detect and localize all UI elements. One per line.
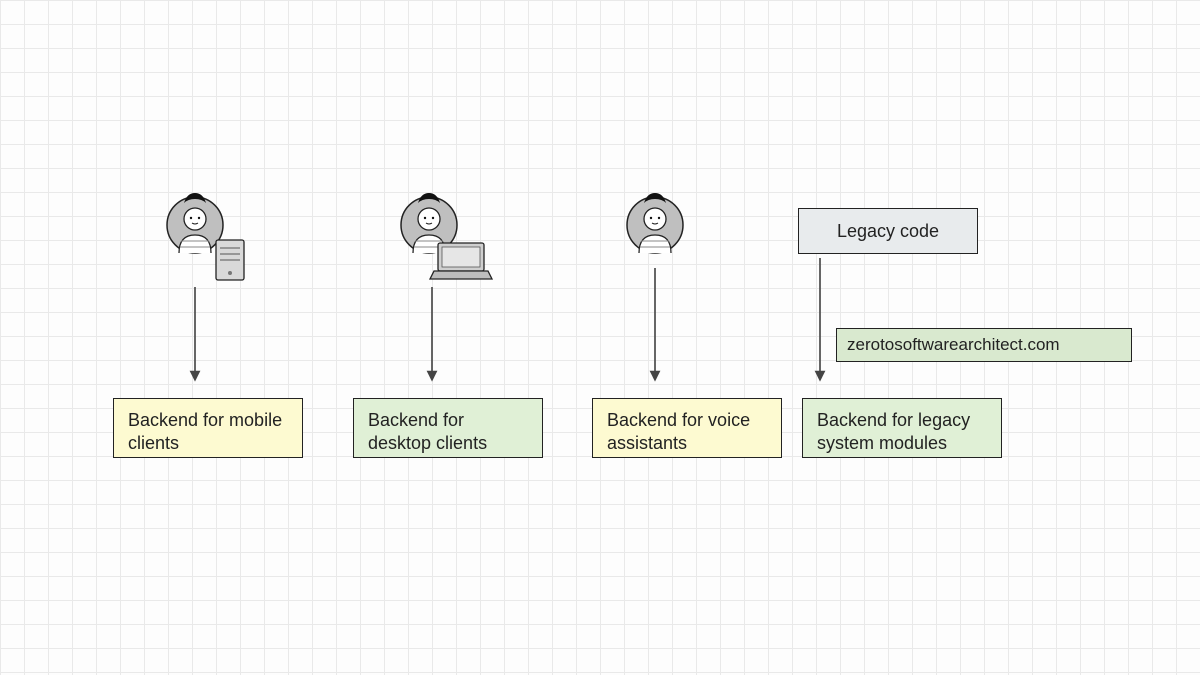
legacy-code-label: Legacy code <box>837 220 939 243</box>
attribution-text: zerotosoftwarearchitect.com <box>847 335 1060 354</box>
user-voice-icon <box>627 193 683 253</box>
backend-mobile-box: Backend for mobile clients <box>113 398 303 458</box>
attribution-box: zerotosoftwarearchitect.com <box>836 328 1132 362</box>
backend-desktop-box: Backend for desktop clients <box>353 398 543 458</box>
backend-legacy-label: Backend for legacy system modules <box>817 410 970 453</box>
legacy-code-box: Legacy code <box>798 208 978 254</box>
user-mobile-icon <box>167 193 244 280</box>
user-desktop-icon <box>401 193 492 279</box>
backend-legacy-box: Backend for legacy system modules <box>802 398 1002 458</box>
backend-desktop-label: Backend for desktop clients <box>368 410 487 453</box>
backend-mobile-label: Backend for mobile clients <box>128 410 282 453</box>
diagram-canvas: Legacy code zerotosoftwarearchitect.com … <box>0 0 1200 675</box>
backend-voice-box: Backend for voice assistants <box>592 398 782 458</box>
backend-voice-label: Backend for voice assistants <box>607 410 750 453</box>
